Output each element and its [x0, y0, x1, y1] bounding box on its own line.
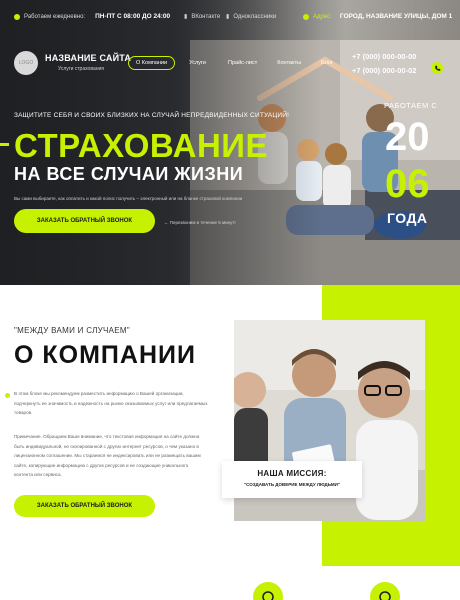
phone-2[interactable]: +7 (000) 000-00-02 — [352, 64, 416, 78]
hours-value: ПН-ПТ С 08:00 ДО 24:00 — [95, 13, 171, 20]
logo[interactable]: LOGO — [14, 51, 38, 75]
working-hours: Работаем ежедневно: ПН-ПТ С 08:00 ДО 24:… — [14, 13, 170, 20]
callback-note-text: Перезвоним в течение 5 минут! — [169, 220, 236, 225]
mission-title: НАША МИССИЯ: — [257, 469, 327, 478]
vk-label: ВКонтакте — [191, 13, 221, 20]
social-link-vk[interactable]: ▮ ВКонтакте — [184, 13, 221, 21]
address-label: Адрес: — [313, 13, 332, 20]
address-value: ГОРОД, НАЗВАНИЕ УЛИЦЫ, ДОМ 1 — [339, 13, 453, 20]
years-label: РАБОТАЕМ С — [384, 101, 438, 110]
mission-text: "СОЗДАВАТЬ ДОВЕРИЕ МЕЖДУ ЛЮДЬМИ" — [243, 482, 341, 487]
nav-item-pricelist[interactable]: Прайс-лист — [228, 60, 257, 66]
hours-label: Работаем ежедневно: — [24, 13, 86, 20]
location-icon — [303, 13, 309, 20]
nav-item-contacts[interactable]: Контакты — [277, 60, 301, 66]
vk-icon: ▮ — [184, 14, 188, 20]
main-nav: О Компании Услуги Прайс-лист Контакты Бл… — [128, 56, 333, 70]
clock-icon — [14, 13, 20, 20]
hero-title: СТРАХОВАНИЕ — [14, 127, 269, 164]
nav-item-services[interactable]: Услуги — [189, 60, 206, 66]
service-icon-1[interactable] — [253, 582, 283, 600]
about-title: О КОМПАНИИ — [14, 341, 196, 369]
callback-button[interactable]: ЗАКАЗАТЬ ОБРАТНЫЙ ЗВОНОК — [14, 209, 155, 233]
service-icon-2[interactable] — [370, 582, 400, 600]
accent-bar — [0, 143, 9, 146]
hero-tagline: ЗАЩИТИТЕ СЕБЯ И СВОИХ БЛИЗКИХ НА СЛУЧАЙ … — [14, 112, 290, 119]
phone-1[interactable]: +7 (000) 000-00-00 — [352, 50, 416, 64]
nav-item-blog[interactable]: Блог — [321, 60, 333, 66]
bullet-dot — [5, 393, 10, 398]
about-quote: "МЕЖДУ ВАМИ И СЛУЧАЕМ" — [14, 326, 131, 335]
phone-icon[interactable] — [431, 62, 443, 74]
phones: +7 (000) 000-00-00 +7 (000) 000-00-02 — [352, 50, 416, 78]
years-digits-2: 06 — [385, 162, 430, 206]
site-name[interactable]: НАЗВАНИЕ САЙТА — [45, 53, 131, 63]
social-link-ok[interactable]: ▮ Одноклассники — [226, 13, 277, 21]
about-paragraph-1: В этом блоке мы рекомендуем разместить и… — [14, 391, 208, 415]
address: Адрес: ГОРОД, НАЗВАНИЕ УЛИЦЫ, ДОМ 1 — [303, 13, 452, 20]
hero-note: Вы сами выбираете, как оплатить и какой … — [14, 196, 243, 201]
ok-icon: ▮ — [226, 14, 230, 20]
ok-label: Одноклассники — [233, 13, 277, 20]
site-subtitle: Услуги страхования — [58, 66, 104, 72]
topbar: Работаем ежедневно: ПН-ПТ С 08:00 ДО 24:… — [0, 0, 460, 34]
mission-card: НАША МИССИЯ: "СОЗДАВАТЬ ДОВЕРИЕ МЕЖДУ ЛЮ… — [222, 461, 362, 498]
callback-note: ← Перезвоним в течение 5 минут! — [164, 220, 236, 225]
logo-text: LOGO — [18, 60, 34, 66]
hero-subtitle: НА ВСЕ СЛУЧАИ ЖИЗНИ — [14, 164, 244, 184]
years-word: ГОДА — [387, 210, 428, 226]
about-paragraph-2: Примечание. Обращаем Ваше внимание, что … — [14, 434, 201, 477]
nav-item-about[interactable]: О Компании — [128, 56, 176, 70]
arrow-icon: ← — [164, 220, 169, 225]
about-callback-button[interactable]: ЗАКАЗАТЬ ОБРАТНЫЙ ЗВОНОК — [14, 495, 155, 517]
years-digits-1: 20 — [385, 115, 430, 159]
